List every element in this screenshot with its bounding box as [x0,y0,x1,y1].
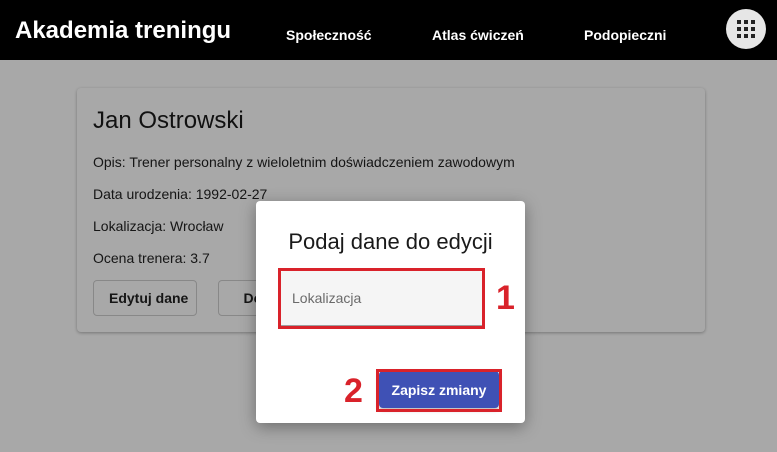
location-field[interactable] [280,271,483,326]
grid-apps-icon [737,20,755,38]
nav-link-trainees[interactable]: Podopieczni [584,27,666,43]
save-changes-button[interactable]: Zapisz zmiany [379,371,499,408]
app-brand[interactable]: Akademia treningu [15,17,231,45]
location-input[interactable] [280,271,483,325]
nav-link-community[interactable]: Społeczność [286,27,372,43]
step-marker-1: 1 [496,279,515,317]
dialog-title: Podaj dane do edycji [288,229,493,254]
step-marker-2: 2 [344,372,363,410]
top-navbar: Akademia treningu Społeczność Atlas ćwic… [0,0,777,60]
apps-menu-button[interactable] [726,9,766,49]
nav-link-exercise-atlas[interactable]: Atlas ćwiczeń [432,27,524,43]
